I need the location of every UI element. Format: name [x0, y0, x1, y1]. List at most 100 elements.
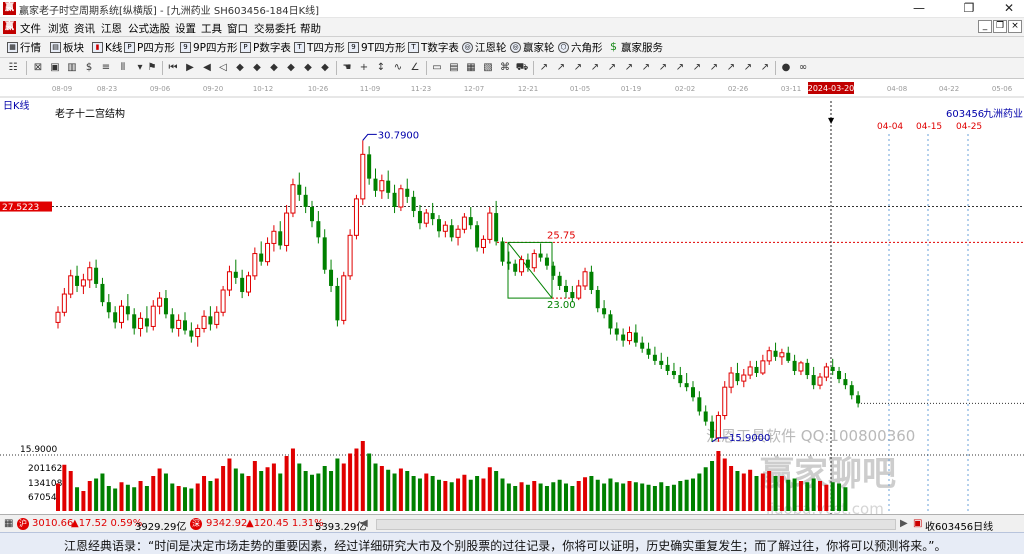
flag-icon[interactable]: ⚑ [145, 61, 159, 75]
angle-icon[interactable]: ∠ [408, 61, 422, 75]
candle-body-up [119, 305, 124, 323]
export-icon[interactable]: ▧ [481, 61, 495, 75]
diamond-6-icon[interactable]: ◆ [318, 61, 332, 75]
status-scroll-right-icon[interactable]: ▶ [900, 518, 908, 529]
diamond-4-icon[interactable]: ◆ [284, 61, 298, 75]
date-tick-label: 09-06 [150, 85, 171, 93]
wave-icon[interactable]: ∿ [391, 61, 405, 75]
quick-service-button[interactable]: $ 赢家服务 [608, 40, 663, 55]
quick-blocks-button[interactable]: ▤ 板块 [50, 40, 84, 55]
quick-9t-square-button[interactable]: 9 9T四方形 [348, 40, 406, 55]
color-wheel-icon[interactable]: ● [779, 61, 793, 75]
mdi-restore-button[interactable]: ❐ [993, 20, 1007, 33]
menu-settings[interactable]: 设置 [175, 21, 196, 36]
status-scroll-left-icon[interactable]: ◀ [360, 518, 368, 529]
gann-fan-4-icon[interactable]: ↗ [588, 61, 602, 75]
candle-body-up [519, 259, 525, 273]
gann-fan-14-icon[interactable]: ↗ [758, 61, 772, 75]
quick-winner-wheel-button[interactable]: ◎ 赢家轮 [510, 40, 555, 55]
maximize-button[interactable]: ❐ [954, 0, 984, 18]
infinity-icon[interactable]: ∞ [796, 61, 810, 75]
mdi-minimize-button[interactable]: _ [978, 20, 992, 33]
t-table-icon: T [408, 42, 419, 53]
grid-tool-icon[interactable]: ▦ [464, 61, 478, 75]
bars-icon[interactable]: ▥ [65, 61, 79, 75]
gann-fan-10-icon[interactable]: ↗ [690, 61, 704, 75]
gann-fan-11-icon[interactable]: ↗ [707, 61, 721, 75]
volume-bar [176, 486, 181, 511]
menu-formula-select[interactable]: 公式选股 [128, 21, 170, 36]
menu-tools[interactable]: 工具 [201, 21, 222, 36]
diamond-3-icon[interactable]: ◆ [267, 61, 281, 75]
gann-fan-8-icon[interactable]: ↗ [656, 61, 670, 75]
gann-fan-1-icon[interactable]: ↗ [537, 61, 551, 75]
diamond-2-icon[interactable]: ◆ [250, 61, 264, 75]
line-tool-icon[interactable]: ↕ [374, 61, 388, 75]
kline-chart-panel[interactable]: 08-09 08-23 09-06 09-20 10-12 10-26 11-09 11-23… [0, 79, 1024, 514]
status-scroll-track[interactable] [376, 519, 896, 530]
quick-quotes-button[interactable]: ▦ 行情 [7, 40, 41, 55]
gann-fan-6-icon[interactable]: ↗ [622, 61, 636, 75]
indicator-label: 老子十二宫结构 [55, 107, 125, 120]
step-icon[interactable]: ◁ [216, 61, 230, 75]
menu-news[interactable]: 资讯 [74, 21, 95, 36]
gann-fan-9-icon[interactable]: ↗ [673, 61, 687, 75]
menu-browse[interactable]: 浏览 [48, 21, 69, 36]
diamond-5-icon[interactable]: ◆ [301, 61, 315, 75]
quick-gann-wheel-button[interactable]: ◎ 江恩轮 [462, 40, 507, 55]
quote-bar: 江恩经典语录：“时间是决定市场走势的重要因素，经过详细研究大市及个别股票的过往记… [0, 532, 1024, 554]
volume-bar [456, 478, 461, 511]
save-icon[interactable]: ▤ [447, 61, 461, 75]
car-icon[interactable]: ⛟ [515, 61, 529, 75]
minimize-button[interactable]: — [904, 0, 934, 18]
candle-body-up [214, 311, 220, 325]
gann-fan-12-icon[interactable]: ↗ [724, 61, 738, 75]
close-button[interactable]: ✕ [994, 0, 1024, 18]
hexagon-icon: ⬡ [558, 42, 569, 53]
gann-fan-5-icon[interactable]: ↗ [605, 61, 619, 75]
diamond-1-icon[interactable]: ◆ [233, 61, 247, 75]
gann-fan-7-icon[interactable]: ↗ [639, 61, 653, 75]
volume-bar [195, 483, 200, 511]
quick-kline-button[interactable]: ▮ K线 [92, 40, 122, 55]
quick-t-table-button[interactable]: T T数字表 [408, 40, 459, 55]
hand-icon[interactable]: ☚ [340, 61, 354, 75]
candle-body-down [589, 271, 594, 290]
crosshair-icon[interactable]: + [357, 61, 371, 75]
back-icon[interactable]: ◀ [200, 61, 214, 75]
kline-chart[interactable]: 08-09 08-23 09-06 09-20 10-12 10-26 11-09 11-23… [0, 79, 1024, 514]
volume-bar [621, 483, 626, 511]
link-icon[interactable]: ⌘ [498, 61, 512, 75]
volume-axis-3: 67054 [28, 493, 57, 503]
window-icon[interactable]: ▣ [48, 61, 62, 75]
menu-help[interactable]: 帮助 [300, 21, 321, 36]
menu-gann[interactable]: 江恩 [101, 21, 122, 36]
menu-bar: 赢 文件 浏览 资讯 江恩 公式选股 设置 工具 窗口 交易委托 帮助 _ ❐ … [0, 18, 1024, 37]
gann-fan-13-icon[interactable]: ↗ [741, 61, 755, 75]
quick-p-table-button[interactable]: P P数字表 [240, 40, 291, 55]
price-icon[interactable]: $ [82, 61, 96, 75]
gann-fan-2-icon[interactable]: ↗ [554, 61, 568, 75]
volume-bar [722, 458, 727, 511]
monitor-icon[interactable]: ▭ [430, 61, 444, 75]
volume-bar [290, 448, 295, 511]
candle-tool-icon[interactable]: ⫴ [116, 61, 130, 75]
quick-9p-square-button[interactable]: 9 9P四方形 [180, 40, 238, 55]
menu-file[interactable]: 文件 [20, 21, 41, 36]
quick-hexagon-button[interactable]: ⬡ 六角形 [558, 40, 603, 55]
mdi-close-button[interactable]: × [1008, 20, 1022, 33]
candle-body-up [246, 275, 251, 293]
play-icon[interactable]: ▶ [183, 61, 197, 75]
menu-trade[interactable]: 交易委托 [254, 21, 296, 36]
quick-t-square-button[interactable]: T T四方形 [294, 40, 345, 55]
first-icon[interactable]: ⏮ [166, 61, 180, 75]
quick-p-square-button[interactable]: P P四方形 [124, 40, 175, 55]
date-tick-label: 03-11 [781, 85, 801, 93]
gann-fan-3-icon[interactable]: ↗ [571, 61, 585, 75]
volume-bar [56, 483, 60, 511]
ladder-icon[interactable]: ≡ [99, 61, 113, 75]
candle-body-down [475, 225, 480, 248]
layout-icon[interactable]: ☷ [6, 61, 20, 75]
chart-icon[interactable]: ⊠ [31, 61, 45, 75]
menu-window[interactable]: 窗口 [227, 21, 248, 36]
